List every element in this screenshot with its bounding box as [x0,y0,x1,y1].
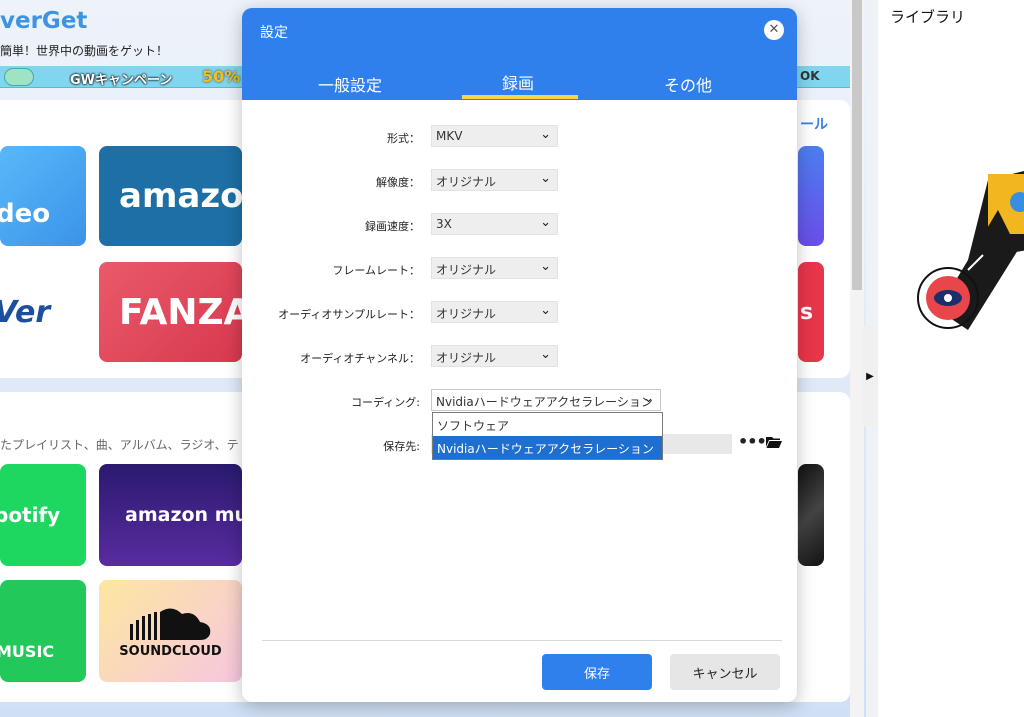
chevron-down-icon: ⌄ [540,127,551,142]
banner-percent: 50% [202,67,241,86]
tile-label: SOUNDCLOUD [119,643,222,659]
coding-label: コーディング: [351,396,420,409]
footer-divider [262,640,782,641]
chevron-down-icon: ⌄ [540,215,551,230]
tile-spotify[interactable]: potify [0,464,86,566]
chevron-down-icon: ⌄ [540,347,551,362]
tile-tver[interactable]: Ver [0,262,86,362]
library-panel: ライブラリ [878,0,1024,717]
tile-soundcloud[interactable]: SOUNDCLOUD [99,580,242,682]
format-select[interactable]: MKV ⌄ [431,125,558,147]
app-tagline: 簡単！世界中の動画をゲット！ [0,44,169,58]
tile-label: potify [0,503,61,527]
audio-channel-label: オーディオチャンネル： [300,352,420,365]
music-section-description: たプレイリスト、曲、アルバム、ラジオ、テ [0,438,239,452]
frame-rate-value: オリジナル [436,263,497,277]
recording-speed-value: 3X [436,217,452,231]
tile-label: amazon [119,176,242,216]
tile-amazon-video[interactable]: amazon [99,146,242,246]
dialog-title: 設定 [260,25,288,41]
tile-fanza[interactable]: FANZA [99,262,242,362]
coding-option-nvidia[interactable]: Nvidiaハードウェアアクセラレーション [433,436,662,459]
folder-icon[interactable] [766,436,782,448]
tab-other[interactable]: その他 [664,72,712,96]
chevron-down-icon: ⌄ [540,171,551,186]
recording-speed-select[interactable]: 3X ⌄ [431,213,558,235]
active-tab-indicator [462,95,578,99]
save-button[interactable]: 保存 [542,654,652,690]
tile-label: Ver [0,294,51,330]
soundcloud-icon [129,607,210,640]
view-all-link[interactable]: ール [800,114,828,134]
audio-sample-rate-select[interactable]: オリジナル ⌄ [431,301,558,323]
tile-partial-right-3[interactable] [798,464,824,566]
tile-label: amazon music [125,504,242,526]
tile-label: s [800,299,814,325]
tile-label: deo [0,199,51,229]
browse-dots-button[interactable]: ••• [738,432,767,451]
recording-speed-label: 録画速度： [365,220,420,233]
panel-expand-arrow-icon[interactable]: ▶ [862,326,878,426]
tile-label: FANZA [119,291,242,333]
chevron-down-icon: ⌄ [643,391,654,406]
frame-rate-select[interactable]: オリジナル ⌄ [431,257,558,279]
chevron-down-icon: ⌄ [540,259,551,274]
tile-line-music[interactable]: MUSIC [0,580,86,682]
coding-value: Nvidiaハードウェアアクセラレーション [436,395,653,409]
banner-right-text: OK [800,69,820,83]
save-path-label: 保存先: [383,440,420,453]
resolution-value: オリジナル [436,175,497,189]
empty-library-illustration [917,171,1024,330]
tab-recording[interactable]: 録画 [502,70,534,94]
tile-partial-right-1[interactable] [798,146,824,246]
close-icon[interactable]: ✕ [764,20,784,40]
settings-dialog: 設定 ✕ 一般設定 録画 その他 形式： MKV ⌄ 解像度： オリジナル ⌄ … [242,8,797,702]
tile-amazon-music[interactable]: amazon music [99,464,242,566]
tile-partial-right-2[interactable]: s [798,262,824,362]
tile-video-site[interactable]: deo [0,146,86,246]
frame-rate-label: フレームレート： [332,264,420,277]
banner-text: GWキャンペーン [70,73,173,88]
audio-channel-value: オリジナル [436,351,497,365]
dialog-header: 設定 ✕ 一般設定 録画 その他 [242,8,797,100]
resolution-label: 解像度： [376,176,420,189]
audio-sample-rate-label: オーディオサンプルレート： [278,308,420,321]
coding-dropdown-list: ソフトウェア Nvidiaハードウェアアクセラレーション [432,412,663,460]
app-brand: verGet [0,8,88,34]
scrollbar-thumb[interactable] [852,0,862,290]
resolution-select[interactable]: オリジナル ⌄ [431,169,558,191]
audio-channel-select[interactable]: オリジナル ⌄ [431,345,558,367]
tab-general[interactable]: 一般設定 [318,72,382,96]
coding-select[interactable]: Nvidiaハードウェアアクセラレーション ⌄ [431,389,661,411]
tile-label: MUSIC [0,641,55,661]
audio-sample-rate-value: オリジナル [436,307,497,321]
cancel-button[interactable]: キャンセル [670,654,780,690]
format-label: 形式： [387,132,420,145]
mascot-icon [4,68,34,86]
chevron-down-icon: ⌄ [540,303,551,318]
coding-option-software[interactable]: ソフトウェア [433,413,662,436]
format-value: MKV [436,129,463,143]
library-title: ライブラリ [890,8,966,26]
